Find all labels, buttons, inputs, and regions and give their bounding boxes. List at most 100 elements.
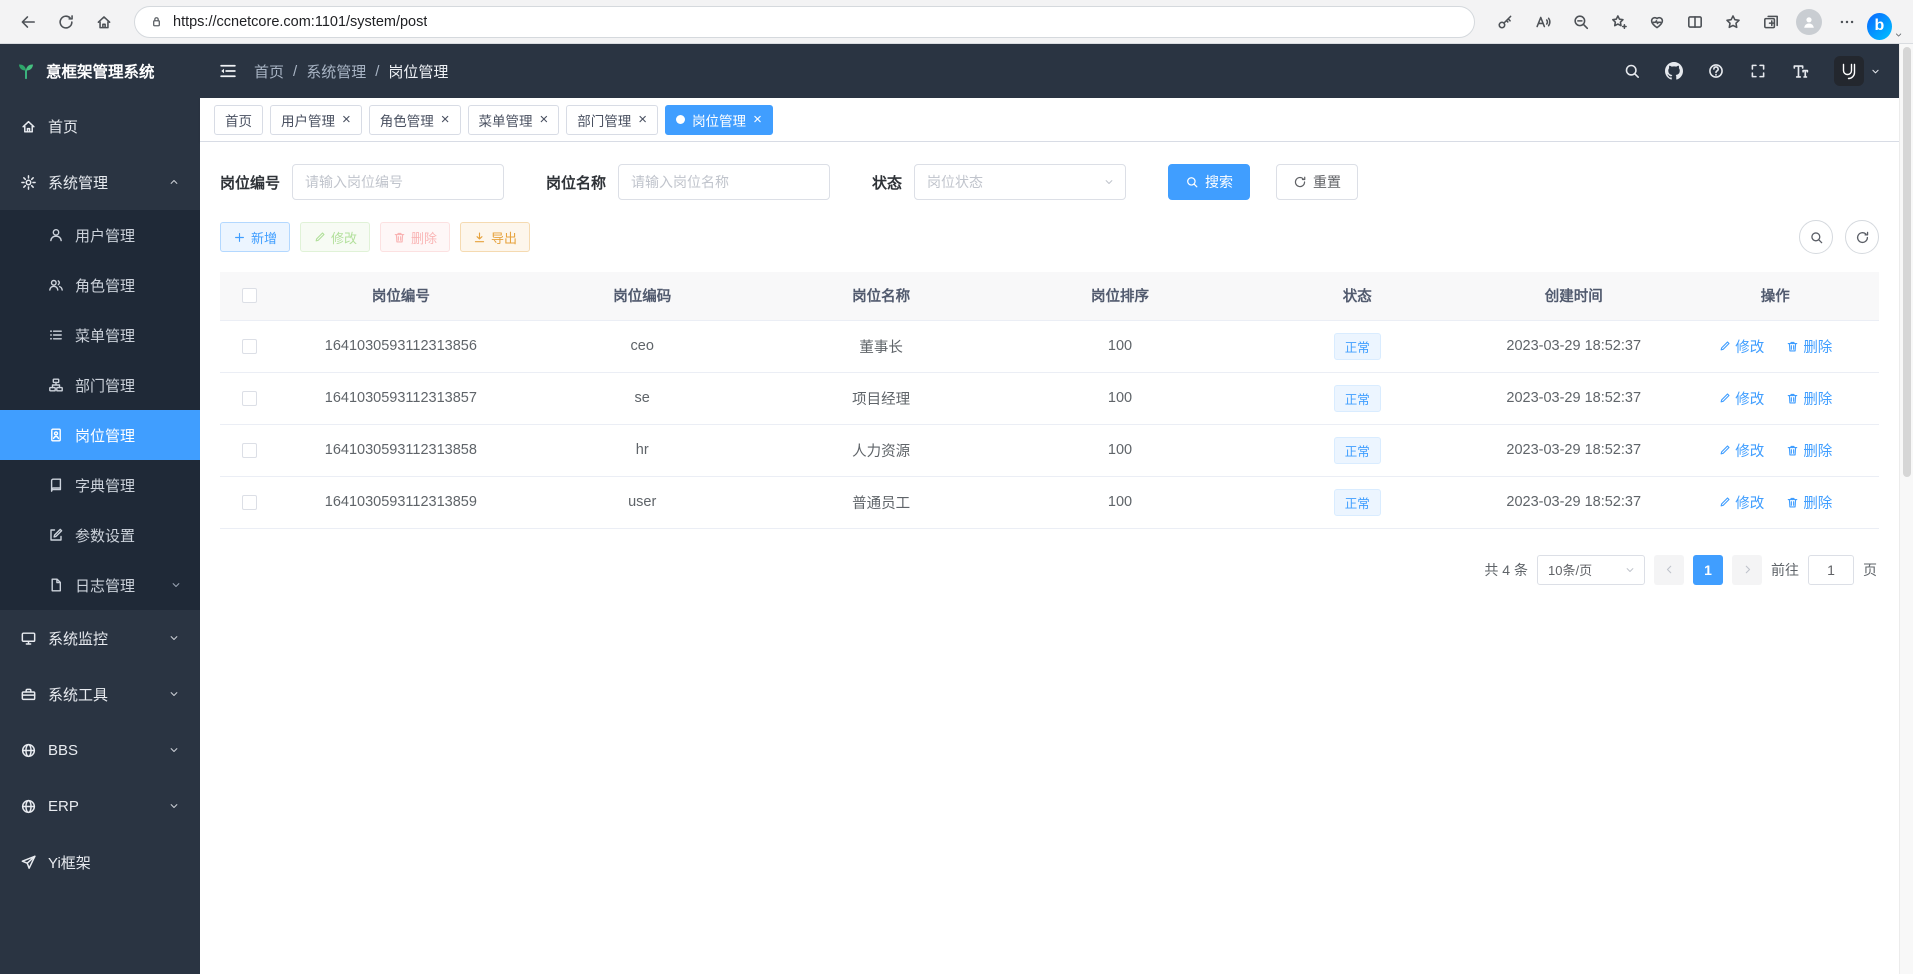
row-edit-button[interactable]: 修改: [1718, 336, 1764, 357]
breadcrumb-system[interactable]: 系统管理: [306, 61, 366, 82]
edit-button[interactable]: 修改: [300, 222, 370, 252]
sidebar-item-erp[interactable]: ERP: [0, 778, 200, 834]
address-bar[interactable]: https://ccnetcore.com:1101/system/post: [134, 6, 1475, 38]
post-name-input[interactable]: [618, 164, 830, 200]
search-icon: [1623, 62, 1641, 80]
status-select[interactable]: 岗位状态: [914, 164, 1126, 200]
status-badge: 正常: [1334, 385, 1381, 412]
goto-page-input[interactable]: [1808, 555, 1854, 585]
sidebar-item-system[interactable]: 系统管理: [0, 154, 200, 210]
page-1-button[interactable]: 1: [1693, 555, 1723, 585]
sidebar-item-home[interactable]: 首页: [0, 98, 200, 154]
row-checkbox[interactable]: [242, 495, 257, 510]
row-checkbox[interactable]: [242, 339, 257, 354]
row-delete-button[interactable]: 删除: [1786, 492, 1832, 513]
favorite-add-button[interactable]: [1601, 4, 1637, 40]
sidebar-item-dictionary[interactable]: 字典管理: [0, 460, 200, 510]
export-button[interactable]: 导出: [460, 222, 530, 252]
star-add-icon: [1610, 13, 1628, 31]
tab-roles[interactable]: 角色管理 ×: [369, 105, 461, 135]
close-icon[interactable]: ×: [753, 112, 762, 127]
search-button[interactable]: 搜索: [1168, 164, 1250, 200]
help-button[interactable]: [1707, 62, 1725, 80]
sidebar-item-posts[interactable]: 岗位管理: [0, 410, 200, 460]
user-menu[interactable]: [1834, 56, 1881, 86]
close-icon[interactable]: ×: [638, 112, 647, 127]
font-size-button[interactable]: [1791, 62, 1810, 81]
breadcrumb-current: 岗位管理: [388, 61, 448, 82]
tab-users[interactable]: 用户管理 ×: [270, 105, 362, 135]
col-post-code: 岗位编码: [524, 272, 761, 320]
passwords-button[interactable]: [1487, 4, 1523, 40]
row-delete-button[interactable]: 删除: [1786, 388, 1832, 409]
page-size-select[interactable]: 10条/页: [1537, 555, 1645, 585]
row-edit-button[interactable]: 修改: [1718, 388, 1764, 409]
scrollbar-thumb[interactable]: [1903, 47, 1911, 477]
sidebar-item-bbs[interactable]: BBS: [0, 722, 200, 778]
sidebar-item-departments[interactable]: 部门管理: [0, 360, 200, 410]
next-page-button[interactable]: [1732, 555, 1762, 585]
favorites-button[interactable]: [1715, 4, 1751, 40]
tab-menus[interactable]: 菜单管理 ×: [468, 105, 560, 135]
sidebar-toggle-button[interactable]: [218, 61, 238, 81]
select-all-checkbox[interactable]: [242, 288, 257, 303]
chevron-down-icon: [1103, 176, 1115, 188]
row-edit-button[interactable]: 修改: [1718, 492, 1764, 513]
sidebar-item-tools[interactable]: 系统工具: [0, 666, 200, 722]
post-code-input[interactable]: [292, 164, 504, 200]
table-toolbar: 新增 修改 删除 导出: [220, 220, 1879, 254]
close-icon[interactable]: ×: [342, 112, 351, 127]
profile-button[interactable]: [1791, 4, 1827, 40]
sidebar-item-monitor[interactable]: 系统监控: [0, 610, 200, 666]
github-button[interactable]: [1665, 62, 1683, 80]
row-delete-button[interactable]: 删除: [1786, 440, 1832, 461]
sidebar-item-logs[interactable]: 日志管理: [0, 560, 200, 610]
row-checkbox[interactable]: [242, 391, 257, 406]
tab-posts[interactable]: 岗位管理 ×: [665, 105, 773, 135]
refresh-button[interactable]: [48, 4, 84, 40]
refresh-table-button[interactable]: [1845, 220, 1879, 254]
breadcrumb-home[interactable]: 首页: [254, 61, 284, 82]
col-created: 创建时间: [1476, 272, 1672, 320]
delete-button[interactable]: 删除: [380, 222, 450, 252]
page-scrollbar[interactable]: [1899, 44, 1913, 974]
search-icon: [1809, 230, 1824, 245]
sidebar-item-parameters[interactable]: 参数设置: [0, 510, 200, 560]
tabs-bar: 首页 用户管理 × 角色管理 × 菜单管理 ×: [200, 98, 1899, 142]
sidebar-item-label: 角色管理: [75, 275, 135, 296]
sidebar-item-label: ERP: [48, 798, 79, 815]
sidebar-item-menus[interactable]: 菜单管理: [0, 310, 200, 360]
col-post-id: 岗位编号: [278, 272, 524, 320]
sidebar-item-users[interactable]: 用户管理: [0, 210, 200, 260]
split-screen-button[interactable]: [1677, 4, 1713, 40]
toggle-search-button[interactable]: [1799, 220, 1833, 254]
back-button[interactable]: [10, 4, 46, 40]
browser-essentials-button[interactable]: [1639, 4, 1675, 40]
home-button[interactable]: [86, 4, 122, 40]
close-icon[interactable]: ×: [540, 112, 549, 127]
row-checkbox[interactable]: [242, 443, 257, 458]
tab-departments[interactable]: 部门管理 ×: [566, 105, 658, 135]
cell-created: 2023-03-29 18:52:37: [1476, 320, 1672, 372]
close-icon[interactable]: ×: [441, 112, 450, 127]
sidebar-item-label: BBS: [48, 742, 78, 759]
sidebar-item-yi-framework[interactable]: Yi框架: [0, 834, 200, 890]
row-delete-button[interactable]: 删除: [1786, 336, 1832, 357]
header-search-button[interactable]: [1623, 62, 1641, 80]
fullscreen-icon: [1749, 62, 1767, 80]
add-button[interactable]: 新增: [220, 222, 290, 252]
browser-menu-button[interactable]: [1829, 4, 1865, 40]
prev-page-button[interactable]: [1654, 555, 1684, 585]
reset-button[interactable]: 重置: [1276, 164, 1358, 200]
fullscreen-button[interactable]: [1749, 62, 1767, 80]
row-edit-button[interactable]: 修改: [1718, 440, 1764, 461]
cell-post-name: 董事长: [761, 320, 1002, 372]
copilot-button[interactable]: b: [1867, 4, 1903, 40]
tab-home[interactable]: 首页: [214, 105, 263, 135]
zoom-button[interactable]: [1563, 4, 1599, 40]
browser-toolbar: https://ccnetcore.com:1101/system/post: [0, 0, 1913, 44]
read-aloud-button[interactable]: [1525, 4, 1561, 40]
collections-button[interactable]: [1753, 4, 1789, 40]
sidebar-item-roles[interactable]: 角色管理: [0, 260, 200, 310]
sidebar-item-label: 系统工具: [48, 684, 108, 705]
